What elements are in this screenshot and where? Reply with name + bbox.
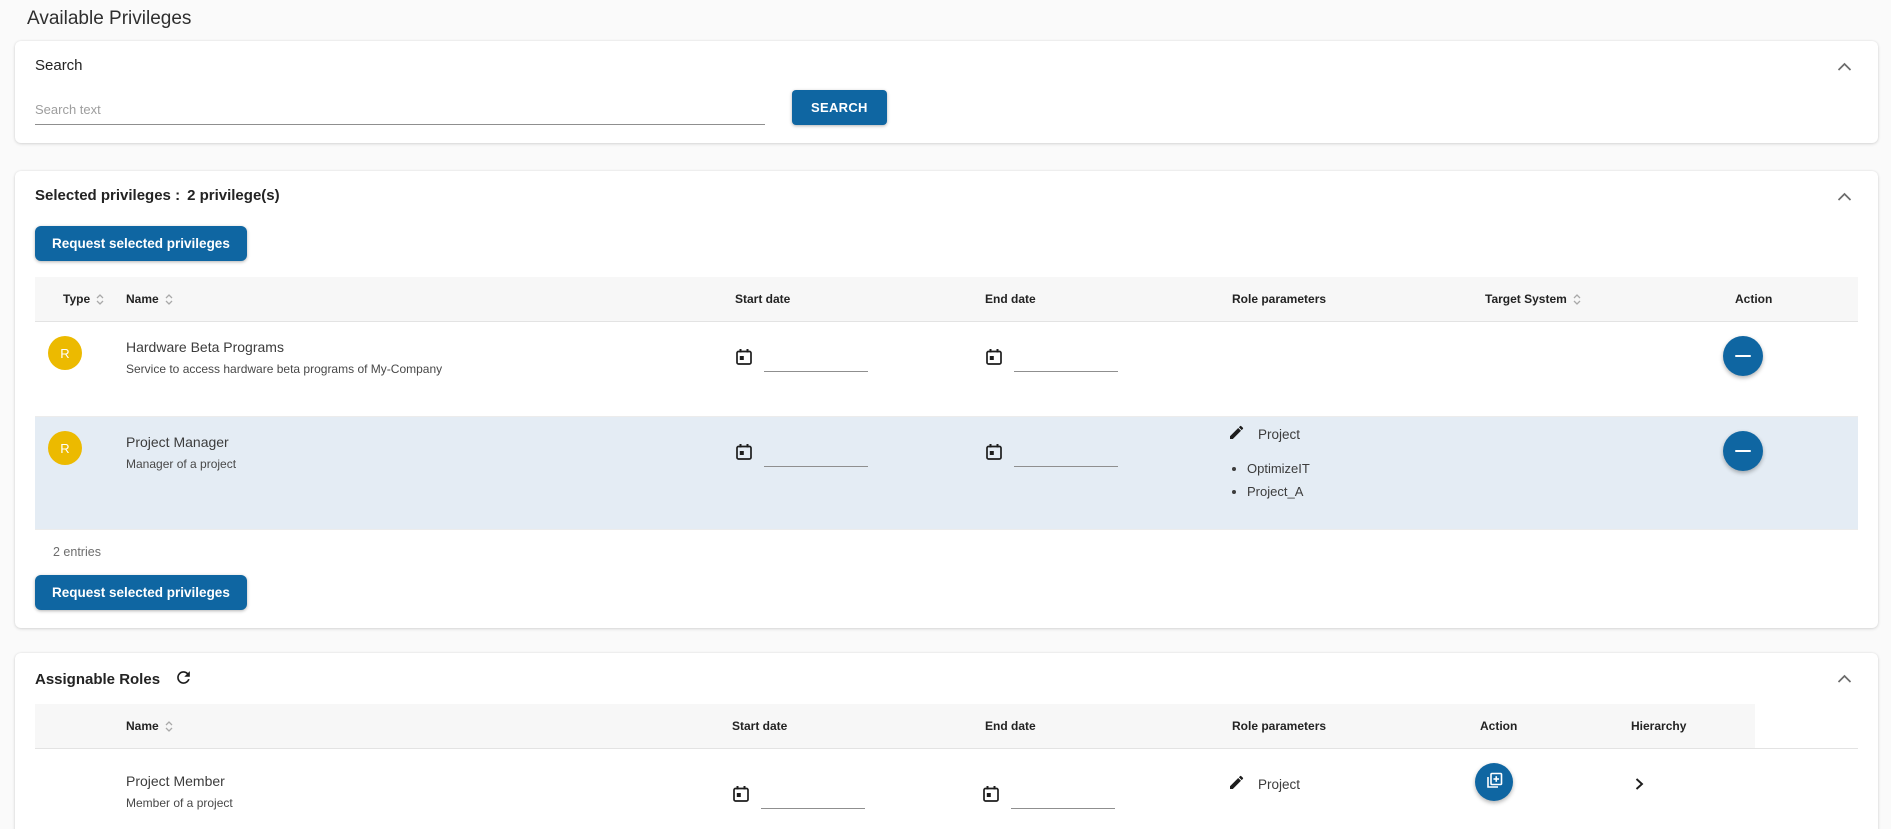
privilege-type-badge: R [48, 431, 82, 465]
calendar-icon [985, 449, 1003, 464]
privilege-type-badge: R [48, 336, 82, 370]
calendar-icon [985, 354, 1003, 369]
calendar-icon [735, 354, 753, 369]
end-date-picker-button[interactable] [985, 348, 1003, 366]
search-card-title: Search [35, 57, 1858, 74]
sort-icon [96, 294, 104, 305]
role-parameter-value: OptimizeIT [1247, 457, 1465, 480]
column-header-action: Action [1715, 277, 1858, 322]
selected-privileges-card: Selected privileges : 2 privilege(s) Requ… [15, 171, 1878, 628]
start-date-picker-button[interactable] [735, 443, 753, 461]
role-parameters-cell: Project OptimizeIT Project_A [1215, 417, 1465, 530]
privilege-description: Manager of a project [126, 457, 720, 471]
role-description: Member of a project [126, 796, 720, 810]
expand-hierarchy-button[interactable] [1632, 777, 1646, 794]
end-date-input[interactable] [1014, 348, 1118, 372]
header-divider [35, 748, 1858, 749]
column-header-name[interactable]: Name [113, 277, 720, 322]
role-name: Project Member [126, 773, 720, 789]
collapse-assignable-button[interactable] [1832, 667, 1856, 691]
search-input[interactable] [35, 96, 765, 125]
calendar-icon [732, 791, 750, 806]
chevron-up-icon [1837, 190, 1852, 205]
assignable-roles-card: Assignable Roles Name [15, 653, 1878, 829]
column-header-end-date: End date [970, 704, 1215, 749]
calendar-icon [982, 791, 1000, 806]
pencil-icon [1228, 779, 1244, 794]
column-header-role-parameters: Role parameters [1215, 704, 1465, 749]
sort-icon [165, 721, 173, 732]
column-header-name[interactable]: Name [35, 704, 720, 749]
privilege-name: Hardware Beta Programs [126, 339, 720, 355]
column-header-end-date: End date [970, 277, 1215, 322]
library-add-icon [1484, 771, 1504, 794]
page-title: Available Privileges [27, 8, 1891, 30]
role-parameter-values: OptimizeIT Project_A [1227, 457, 1465, 503]
column-header-hierarchy: Hierarchy [1600, 704, 1755, 749]
target-system-cell [1465, 322, 1715, 417]
minus-icon [1735, 450, 1751, 453]
table-row: Project Member Member of a project [35, 749, 1755, 829]
selected-privileges-title: Selected privileges : 2 privilege(s) [35, 187, 1858, 204]
chevron-up-icon [1837, 60, 1852, 75]
column-header-start-date: Start date [720, 277, 970, 322]
privilege-description: Service to access hardware beta programs… [126, 362, 720, 376]
role-parameter-label: Project [1258, 427, 1300, 442]
start-date-picker-button[interactable] [735, 348, 753, 366]
role-parameters-cell: Project [1215, 749, 1465, 829]
edit-role-parameter-button[interactable] [1227, 775, 1245, 793]
remove-privilege-button[interactable] [1723, 431, 1763, 471]
collapse-selected-button[interactable] [1832, 185, 1856, 209]
chevron-up-icon [1837, 672, 1852, 687]
end-date-input[interactable] [1011, 785, 1115, 809]
sort-icon [165, 294, 173, 305]
refresh-icon [174, 668, 193, 690]
privilege-name: Project Manager [126, 434, 720, 450]
end-date-picker-button[interactable] [982, 785, 1000, 803]
assignable-roles-table-wrap: Name Start date End date Role parameters [35, 704, 1858, 829]
end-date-picker-button[interactable] [985, 443, 1003, 461]
column-header-target-system[interactable]: Target System [1465, 277, 1715, 322]
search-button[interactable]: SEARCH [792, 90, 887, 125]
collapse-search-button[interactable] [1832, 55, 1856, 79]
start-date-picker-button[interactable] [732, 785, 750, 803]
assignable-table-header-row: Name Start date End date Role parameters [35, 704, 1755, 749]
pencil-icon [1228, 429, 1244, 444]
role-parameters-cell [1215, 322, 1465, 417]
refresh-button[interactable] [173, 669, 193, 689]
sort-icon [1573, 294, 1581, 305]
minus-icon [1735, 355, 1751, 358]
request-selected-privileges-button-bottom[interactable]: Request selected privileges [35, 575, 247, 610]
request-selected-privileges-button-top[interactable]: Request selected privileges [35, 226, 247, 261]
search-card: Search SEARCH [15, 41, 1878, 143]
entries-count: 2 entries [35, 545, 1858, 559]
edit-role-parameter-button[interactable] [1227, 425, 1245, 443]
chevron-right-icon [1632, 779, 1646, 794]
table-row: R Project Manager Manager of a project [35, 417, 1858, 530]
selected-table-header-row: Type Name Start date End date [35, 277, 1858, 322]
start-date-input[interactable] [761, 785, 865, 809]
column-header-start-date: Start date [720, 704, 970, 749]
column-header-role-parameters: Role parameters [1215, 277, 1465, 322]
role-parameter-label: Project [1258, 777, 1300, 792]
calendar-icon [735, 449, 753, 464]
remove-privilege-button[interactable] [1723, 336, 1763, 376]
end-date-input[interactable] [1014, 443, 1118, 467]
selected-privileges-table: Type Name Start date End date [35, 277, 1858, 530]
column-header-type[interactable]: Type [35, 277, 113, 322]
assignable-roles-table: Name Start date End date Role parameters [35, 704, 1755, 829]
table-row: R Hardware Beta Programs Service to acce… [35, 322, 1858, 417]
start-date-input[interactable] [764, 443, 868, 467]
column-header-action: Action [1465, 704, 1600, 749]
role-parameter-value: Project_A [1247, 480, 1465, 503]
target-system-cell [1465, 417, 1715, 530]
selected-privileges-title-text: Selected privileges : [35, 187, 180, 204]
start-date-input[interactable] [764, 348, 868, 372]
add-role-button[interactable] [1475, 763, 1513, 801]
assignable-roles-title: Assignable Roles [35, 671, 160, 688]
selected-privileges-count: 2 privilege(s) [187, 187, 280, 204]
